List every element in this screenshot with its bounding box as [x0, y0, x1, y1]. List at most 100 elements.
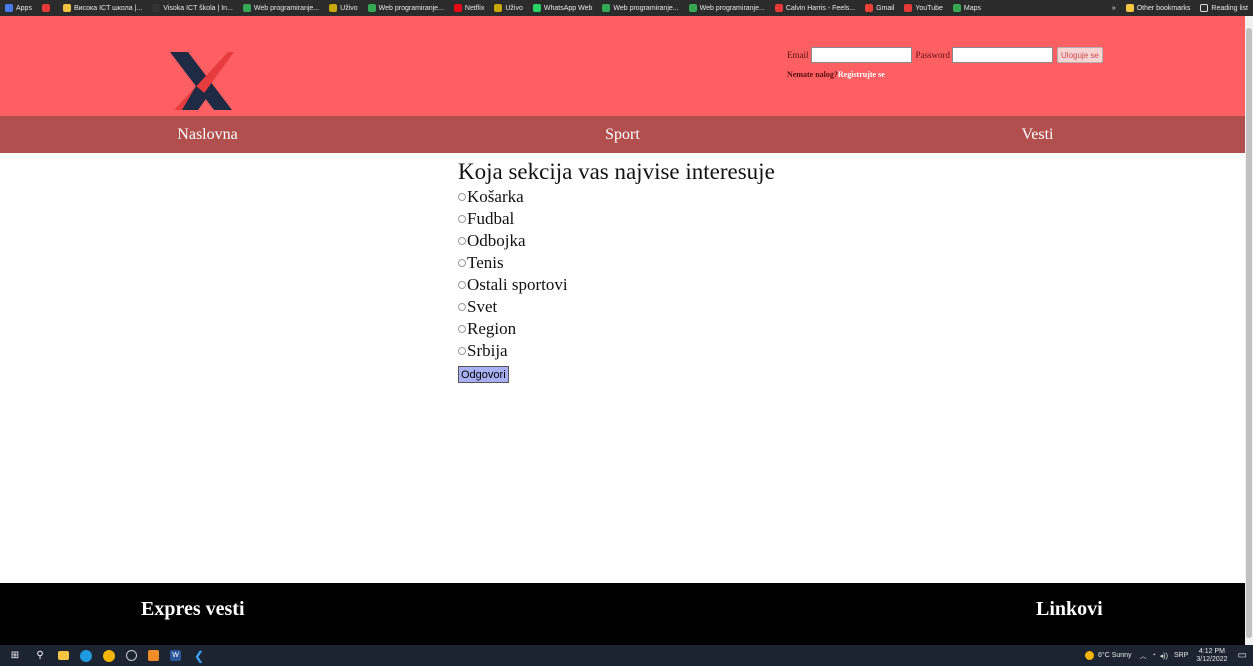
radio-button[interactable] [458, 303, 466, 311]
bookmark-item[interactable] [37, 0, 58, 16]
bookmark-label: Web programiranje... [378, 4, 444, 12]
bookmark-label: Uživo [505, 4, 523, 12]
site-footer: Expres vesti Linkovi [0, 583, 1245, 645]
register-prompt: Nemate nalog?Registrujte se [787, 70, 1103, 79]
bookmark-favicon-icon [152, 4, 161, 12]
bookmark-label: Apps [16, 4, 32, 12]
chrome-icon[interactable] [103, 649, 115, 662]
weather-text[interactable]: 6°C Sunny [1098, 652, 1132, 659]
radio-button[interactable] [458, 215, 466, 223]
radio-button[interactable] [458, 281, 466, 289]
bookmark-label: Web programiranje... [613, 4, 679, 12]
no-account-text: Nemate nalog? [787, 70, 838, 79]
bookmark-label: Maps [963, 4, 981, 12]
scrollbar-thumb[interactable] [1246, 28, 1252, 638]
main-nav: Naslovna Sport Vesti [0, 116, 1245, 153]
site-logo[interactable] [168, 50, 234, 112]
bookmark-favicon-icon [602, 4, 611, 12]
word-icon[interactable]: W [170, 650, 181, 661]
submit-answer-button[interactable]: Odgovori [458, 366, 509, 383]
volume-icon[interactable]: ◂)) [1160, 652, 1168, 660]
password-label: Password [915, 50, 951, 60]
nav-item-vesti[interactable]: Vesti [830, 116, 1245, 153]
radio-button[interactable] [458, 325, 466, 333]
password-field[interactable] [952, 47, 1054, 63]
bookmark-item[interactable]: WhatsApp Web [528, 0, 598, 16]
network-icon[interactable]: ◔ [1152, 652, 1156, 659]
survey-form: Koja sekcija vas najvise interesuje Koša… [458, 158, 775, 383]
radio-button[interactable] [458, 259, 466, 267]
bookmark-item[interactable]: Netflix [449, 0, 489, 16]
bookmark-label: Висока ICT школа |... [73, 4, 143, 12]
bookmark-favicon-icon [532, 4, 541, 12]
bookmark-item[interactable]: Uživo [489, 0, 528, 16]
vscode-icon[interactable]: ❮ [192, 649, 206, 663]
bookmark-item[interactable]: Web programiranje... [684, 0, 770, 16]
taskbar-clock[interactable]: 4:12 PM 3/12/2022 [1196, 648, 1227, 664]
survey-option: Odbojka [458, 230, 775, 252]
obs-icon[interactable] [126, 650, 137, 661]
survey-option-label: Odbojka [467, 231, 526, 250]
other-bookmarks-label: Other bookmarks [1136, 4, 1191, 12]
bookmark-item[interactable]: YouTube [899, 0, 948, 16]
bookmark-item[interactable]: Web programiranje... [238, 0, 324, 16]
reading-list-button[interactable]: Reading list [1195, 0, 1253, 16]
tray-chevron-icon[interactable]: ︿ [1140, 651, 1147, 661]
bookmark-favicon-icon [367, 4, 376, 12]
survey-option: Tenis [458, 252, 775, 274]
bookmark-item[interactable]: Gmail [860, 0, 899, 16]
bookmark-favicon-icon [41, 4, 50, 12]
footer-heading-links: Linkovi [1036, 598, 1103, 620]
reading-list-label: Reading list [1211, 4, 1248, 12]
bookmarks-bar: Apps Висока ICT школа |... Visoka ICT škol… [0, 0, 1253, 16]
other-bookmarks-button[interactable]: Other bookmarks [1121, 0, 1196, 16]
bookmark-favicon-icon [5, 4, 13, 12]
bookmark-label: YouTube [915, 4, 943, 12]
bookmark-item[interactable]: Web programiranje... [597, 0, 683, 16]
nav-item-naslovna[interactable]: Naslovna [0, 116, 415, 153]
login-button[interactable]: Uloguje se [1057, 47, 1103, 63]
bookmark-label: Web programiranje... [253, 4, 320, 12]
bookmark-item[interactable]: Uživo [324, 0, 363, 16]
edge-icon[interactable] [80, 649, 92, 662]
system-tray: 6°C Sunny ︿ ◔ ◂)) SRP 4:12 PM 3/12/2022 … [1085, 645, 1247, 666]
bookmark-item[interactable]: Висока ICT школа |... [58, 0, 147, 16]
survey-option: Košarka [458, 186, 775, 208]
register-link[interactable]: Registrujte se [838, 70, 885, 79]
page-scrollbar[interactable] [1245, 16, 1253, 645]
survey-option-label: Srbija [467, 341, 508, 360]
xampp-icon[interactable] [148, 650, 159, 661]
bookmark-favicon-icon [494, 4, 503, 12]
nav-item-sport[interactable]: Sport [415, 116, 830, 153]
bookmark-item[interactable]: Visoka ICT škola | In... [147, 0, 238, 16]
survey-option-label: Svet [467, 297, 498, 316]
bookmark-item[interactable]: Web programiranje... [363, 0, 449, 16]
bookmark-label: Visoka ICT škola | In... [163, 4, 233, 12]
email-field[interactable] [810, 47, 912, 63]
clock-date: 3/12/2022 [1196, 655, 1228, 663]
bookmark-item[interactable]: Calvin Harris - Feels... [770, 0, 860, 16]
bookmark-label: Uživo [340, 4, 358, 12]
bookmark-label: Web programiranje... [699, 4, 765, 12]
windows-start-icon[interactable]: ⊞ [8, 649, 22, 663]
language-indicator[interactable]: SRP [1174, 652, 1188, 659]
survey-option: Srbija [458, 340, 775, 362]
email-label: Email [787, 50, 809, 60]
bookmark-label: WhatsApp Web [543, 4, 593, 12]
weather-icon [1085, 651, 1095, 660]
notifications-icon[interactable]: ▭ [1238, 650, 1247, 661]
footer-heading-express-news: Expres vesti [141, 598, 245, 620]
bookmark-favicon-icon [329, 4, 338, 12]
survey-option: Svet [458, 296, 775, 318]
bookmark-item[interactable]: Maps [948, 0, 986, 16]
more-bookmarks-button[interactable]: » [1107, 0, 1121, 16]
clock-time: 4:12 PM [1198, 647, 1225, 655]
bookmark-item[interactable]: Apps [0, 0, 37, 16]
bookmark-favicon-icon [774, 4, 783, 12]
radio-button[interactable] [458, 193, 466, 201]
bookmark-label: Netflix [464, 4, 485, 12]
radio-button[interactable] [458, 347, 466, 355]
search-icon[interactable]: ⚲ [33, 649, 47, 663]
file-explorer-icon[interactable] [58, 651, 69, 660]
radio-button[interactable] [458, 237, 466, 245]
